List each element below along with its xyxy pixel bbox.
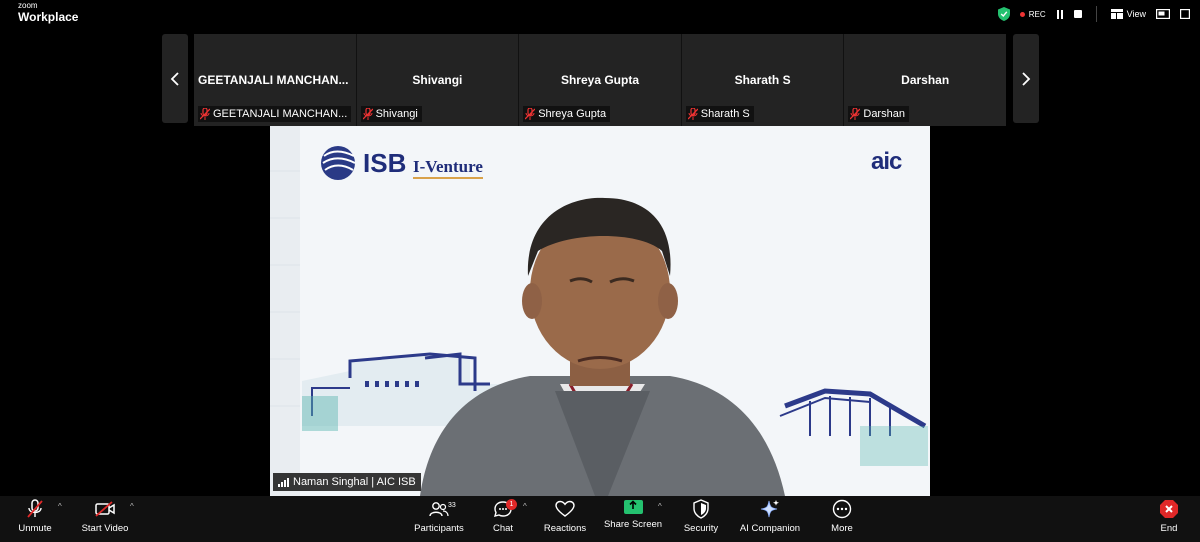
participant-tag: Shivangi [360,106,422,122]
chat-unread-badge: 1 [506,499,517,510]
more-dots-icon [832,499,852,519]
participant-name: Shivangi [412,73,463,87]
security-button[interactable]: Security [681,499,721,534]
security-label: Security [683,523,719,534]
participant-tile[interactable]: GEETANJALI MANCHAN... GEETANJALI MANCHAN… [194,34,357,126]
participant-tile[interactable]: Shivangi Shivangi [356,34,520,126]
mic-muted-icon [200,108,210,120]
speaker-name-tag: Naman Singhal | AIC ISB [273,473,421,491]
participant-tag-label: GEETANJALI MANCHAN... [213,108,348,120]
camera-off-icon [95,501,115,517]
mic-muted-icon [525,108,536,120]
isb-wave-logo-icon [321,146,356,180]
participant-tile[interactable]: Darshan Darshan [844,34,1006,126]
speaker-video-frame [270,126,930,496]
reactions-label: Reactions [543,523,587,534]
sparkle-icon [760,500,779,518]
end-call-icon [1160,500,1178,518]
fullscreen-icon[interactable] [1180,9,1190,19]
mic-muted-icon [687,108,698,120]
gallery-next-button[interactable] [1013,34,1039,123]
participants-button[interactable]: Participants [412,499,466,534]
brand-small: zoom [18,1,38,10]
participant-tag-label: Shivangi [375,108,418,120]
top-bar: zoom Workplace REC View [0,0,1200,30]
view-label: View [1126,9,1146,19]
recording-indicator: REC [1019,9,1046,19]
reactions-button[interactable]: Reactions [542,499,588,534]
zoom-logo: zoom Workplace [18,1,79,24]
aic-logo: aic [871,148,902,175]
divider [1095,6,1097,22]
share-screen-button[interactable]: Share Screen [603,499,663,530]
slide-logo-text: ISB [363,148,407,178]
unmute-button[interactable]: Unmute [12,499,58,534]
microphone-muted-icon [27,499,43,518]
gallery-strip: GEETANJALI MANCHAN... GEETANJALI MANCHAN… [194,34,1006,126]
participant-tag-label: Darshan [863,108,905,120]
unmute-label: Unmute [18,523,52,534]
ai-companion-label: AI Companion [739,523,801,534]
participant-tag: Shreya Gupta [523,106,611,122]
main-speaker-video[interactable]: ISB I-Venture aic [270,126,930,496]
mic-muted-icon [362,108,373,120]
rec-label: REC [1028,9,1046,19]
share-screen-icon [623,500,643,514]
participant-tag: GEETANJALI MANCHAN... [198,106,352,122]
participants-icon [429,502,449,517]
participant-tag: Darshan [848,106,909,122]
participants-count: 33 [448,502,456,509]
participant-tag-label: Shreya Gupta [538,108,607,120]
more-label: More [831,523,853,534]
participant-name: Darshan [901,73,950,87]
participants-label: Participants [414,523,464,534]
participant-name: GEETANJALI MANCHAN... [198,73,349,87]
chevron-left-icon [170,71,179,86]
chat-options-caret-icon[interactable]: ^ [523,502,527,511]
speaker-name: Naman Singhal | AIC ISB [293,476,416,488]
view-button[interactable]: View [1110,9,1146,19]
picture-in-picture-icon[interactable] [1156,9,1170,19]
slide-subtitle: I-Venture [413,157,483,179]
brand-big: Workplace [18,10,79,24]
end-label: End [1160,523,1178,534]
participant-tile[interactable]: Shreya Gupta Shreya Gupta [519,34,682,126]
participant-name: Sharath S [734,73,791,87]
signal-bars-icon [278,477,289,487]
security-shield-icon [693,499,709,519]
audio-options-caret-icon[interactable]: ^ [58,502,62,511]
chat-label: Chat [492,523,514,534]
mic-muted-icon [850,108,861,120]
gallery-prev-button[interactable] [162,34,188,123]
view-grid-icon [1110,9,1123,19]
end-meeting-button[interactable]: End [1156,499,1182,534]
participant-tile[interactable]: Sharath S Sharath S [681,34,845,126]
stop-recording-icon[interactable] [1073,10,1082,18]
chevron-right-icon [1022,71,1031,86]
participant-name: Shreya Gupta [560,73,639,87]
share-options-caret-icon[interactable]: ^ [658,502,662,511]
share-screen-label: Share Screen [603,519,663,530]
record-dot-icon [1019,11,1025,17]
ai-companion-button[interactable]: AI Companion [738,499,802,534]
start-video-button[interactable]: Start Video [78,499,132,534]
participant-tag-label: Sharath S [700,108,750,120]
video-options-caret-icon[interactable]: ^ [130,502,134,511]
participant-tag: Sharath S [685,106,754,122]
encryption-shield-icon[interactable] [997,7,1010,21]
pause-recording-icon[interactable] [1056,9,1064,19]
meeting-toolbar: Unmute ^ Start Video ^ Participants 33 C… [0,496,1200,542]
start-video-label: Start Video [81,523,129,534]
heart-icon [555,500,575,517]
more-button[interactable]: More [826,499,858,534]
